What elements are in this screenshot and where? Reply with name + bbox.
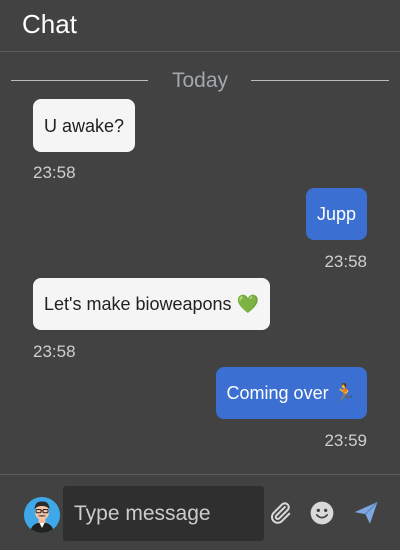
message-timestamp: 23:58 [33,163,76,182]
message-bubble-incoming[interactable]: Let's make bioweapons 💚 [33,278,270,330]
message-timestamp: 23:59 [324,431,367,450]
avatar-icon [24,497,60,533]
message-text: Let's make bioweapons 💚 [44,294,259,314]
message-bubble-outgoing[interactable]: Jupp [305,188,367,240]
emoji-icon[interactable] [308,499,336,527]
avatar[interactable] [24,497,60,533]
message-composer [0,474,400,550]
paperclip-icon[interactable] [266,499,294,527]
date-divider: Today [11,66,389,96]
message-text: U awake? [44,116,125,136]
date-divider-label: Today [171,69,229,92]
message-timestamp: 23:58 [33,342,76,361]
chat-title: Chat [22,9,77,39]
message-timestamp: 23:58 [324,252,367,271]
message-input-box [63,486,264,541]
chat-header: Chat [0,0,400,52]
divider-line-right [251,80,389,81]
message-bubble-outgoing[interactable]: Coming over 🏃 [215,367,367,419]
message-input[interactable] [63,486,264,541]
chat-window: Chat Today U awake? 23:58 Jupp 23:58 Let… [0,0,400,550]
message-bubble-incoming[interactable]: U awake? [33,99,136,152]
send-icon[interactable] [352,499,380,527]
message-text: Coming over 🏃 [226,383,356,403]
message-text: Jupp [316,204,356,224]
